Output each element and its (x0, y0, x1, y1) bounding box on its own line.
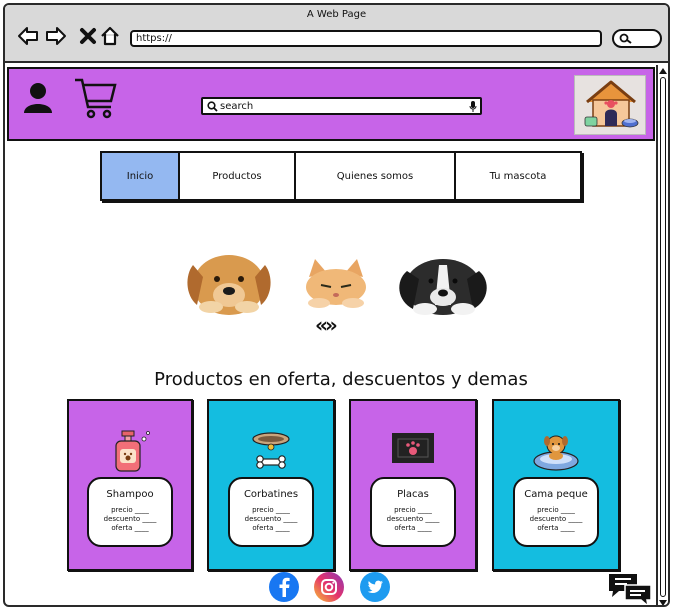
back-arrow-icon[interactable] (17, 25, 39, 47)
product-card-shampoo[interactable]: Shampoo precio ____ descuento ____ ofert… (67, 399, 193, 571)
product-name: Cama peque (524, 489, 588, 500)
browser-search-field[interactable] (612, 29, 662, 48)
tab-productos[interactable]: Productos (180, 153, 296, 199)
price-label: precio ____ (537, 506, 575, 514)
close-icon[interactable] (77, 25, 99, 47)
site-header (7, 67, 655, 141)
tab-tu-mascota[interactable]: Tu mascota (456, 153, 580, 199)
section-title: Productos en oferta, descuentos y demas (154, 369, 528, 390)
offer-label: oferta ____ (111, 524, 149, 532)
discount-label: descuento ____ (103, 515, 157, 523)
window-title: A Web Page (306, 9, 367, 20)
price-label: precio ____ (394, 506, 432, 514)
banner-carousel[interactable] (181, 215, 495, 319)
search-icon (619, 33, 632, 44)
search-input[interactable] (220, 99, 460, 113)
page-viewport: Inicio Productos Quienes somos Tu mascot… (5, 65, 657, 607)
product-info-box: Cama peque precio ____ descuento ____ of… (513, 477, 599, 547)
site-search-bar[interactable] (201, 97, 482, 115)
mic-icon[interactable] (469, 101, 477, 112)
offer-label: oferta ____ (252, 524, 290, 532)
product-card-corbatines[interactable]: Corbatines precio ____ descuento ____ of… (207, 399, 335, 571)
cart-icon[interactable] (73, 77, 119, 121)
scroll-down-icon[interactable] (659, 599, 667, 607)
product-info-box: Corbatines precio ____ descuento ____ of… (228, 477, 314, 547)
url-bar[interactable]: https:// (130, 30, 602, 47)
discount-label: descuento ____ (529, 515, 583, 523)
product-name: Corbatines (243, 489, 299, 500)
product-info-box: Shampoo precio ____ descuento ____ ofert… (87, 477, 173, 547)
price-label: precio ____ (111, 506, 149, 514)
pets-banner-image (187, 255, 487, 315)
carousel-controls[interactable]: «» (315, 313, 338, 337)
scroll-thumb[interactable] (660, 77, 666, 597)
instagram-icon[interactable] (313, 571, 345, 603)
main-nav-tabs: Inicio Productos Quienes somos Tu mascot… (100, 151, 582, 201)
pet-house-logo[interactable] (574, 75, 646, 135)
discount-label: descuento ____ (386, 515, 440, 523)
scroll-up-icon[interactable] (659, 67, 667, 75)
pet-house-logo-image (584, 80, 639, 128)
offer-label: oferta ____ (394, 524, 432, 532)
paw-tag-icon (392, 433, 434, 463)
twitter-icon[interactable] (359, 571, 391, 603)
user-icon[interactable] (21, 81, 55, 115)
product-card-cama-peque[interactable]: Cama peque precio ____ descuento ____ of… (492, 399, 620, 571)
discount-label: descuento ____ (244, 515, 298, 523)
search-icon (207, 101, 218, 112)
price-label: precio ____ (252, 506, 290, 514)
browser-window: A Web Page https:// search Inicio Produc… (3, 3, 670, 607)
tab-inicio[interactable]: Inicio (102, 153, 180, 199)
browser-chrome: A Web Page https:// (5, 5, 668, 63)
product-card-placas[interactable]: Placas precio ____ descuento ____ oferta… (349, 399, 477, 571)
vertical-scrollbar[interactable] (656, 65, 668, 607)
forward-arrow-icon[interactable] (45, 25, 67, 47)
home-icon[interactable] (99, 25, 121, 47)
product-info-box: Placas precio ____ descuento ____ oferta… (370, 477, 456, 547)
offer-label: oferta ____ (537, 524, 575, 532)
facebook-icon[interactable] (268, 571, 300, 603)
collar-bone-icon (252, 432, 290, 469)
shampoo-bottle-icon (115, 430, 150, 472)
dog-bed-icon (533, 435, 579, 471)
tab-quienes-somos[interactable]: Quienes somos (296, 153, 456, 199)
product-name: Placas (397, 489, 429, 500)
product-name: Shampoo (106, 489, 154, 500)
chat-icon[interactable] (607, 571, 653, 607)
